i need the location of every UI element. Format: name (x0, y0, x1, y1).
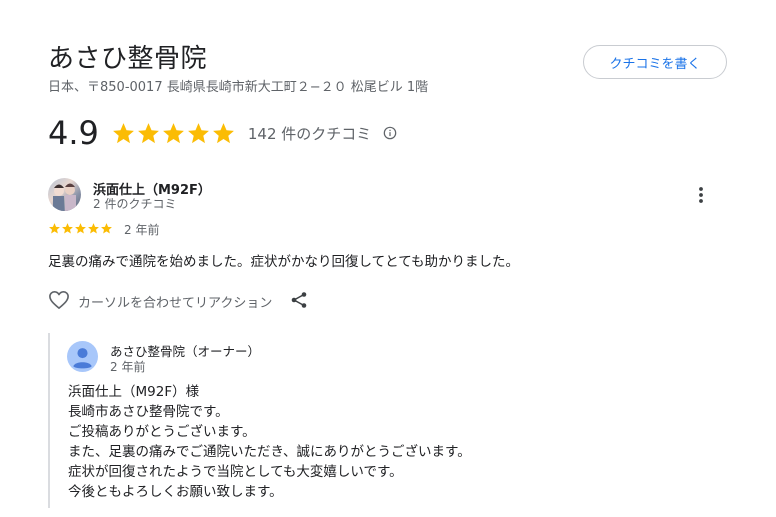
heart-icon[interactable] (48, 290, 70, 310)
rating-stars (111, 121, 236, 146)
star-icon (112, 122, 134, 143)
rating-value: 4.9 (48, 114, 99, 152)
review-date: 2 年前 (124, 223, 160, 237)
review-count: 142 件のクチコミ (247, 124, 372, 143)
reaction-label[interactable]: カーソルを合わせてリアクション (78, 292, 272, 311)
star-icon (162, 122, 184, 143)
reply-line: 今後ともよろしくお願い致します。 (68, 484, 283, 500)
reply-line: 長崎市あさひ整骨院です。 (68, 404, 229, 420)
reviewer-avatar[interactable] (48, 178, 81, 211)
star-icon (137, 122, 159, 143)
star-icon (75, 223, 86, 234)
rating-summary: 4.9 142 件のクチコミ (48, 114, 397, 152)
star-icon (101, 223, 112, 234)
star-icon (88, 223, 99, 234)
reply-line: 浜面仕上（M92F）様 (68, 384, 200, 400)
info-icon[interactable] (383, 126, 397, 140)
write-review-button[interactable]: クチコミを書く (583, 45, 727, 79)
star-icon (62, 223, 73, 234)
reply-line: 症状が回復されたようで当院としても大変嬉しいです。 (68, 464, 403, 480)
reviewer-review-count: 2 件のクチコミ (93, 197, 177, 211)
reply-line: また、足裏の痛みでご通院いただき、誠にありがとうございます。 (68, 444, 471, 460)
review-text: 足裏の痛みで通院を始めました。症状がかなり回復してとても助かりました。 (48, 254, 520, 270)
place-title: あさひ整骨院 (48, 44, 208, 74)
star-icon (187, 122, 209, 143)
owner-avatar-icon (67, 341, 98, 372)
reply-divider (48, 333, 50, 508)
more-options-icon[interactable] (693, 185, 709, 205)
owner-reply-date: 2 年前 (110, 360, 146, 374)
star-icon (49, 223, 60, 234)
review-stars (48, 222, 113, 235)
owner-reply-text: 浜面仕上（M92F）様 長崎市あさひ整骨院です。 ご投稿ありがとうございます。 … (68, 382, 471, 502)
star-icon (212, 122, 234, 143)
share-icon[interactable] (290, 291, 308, 309)
place-address: 日本、〒850-0017 長崎県長崎市新大工町２−２０ 松尾ビル 1階 (48, 80, 429, 95)
reply-line: ご投稿ありがとうございます。 (68, 424, 256, 440)
